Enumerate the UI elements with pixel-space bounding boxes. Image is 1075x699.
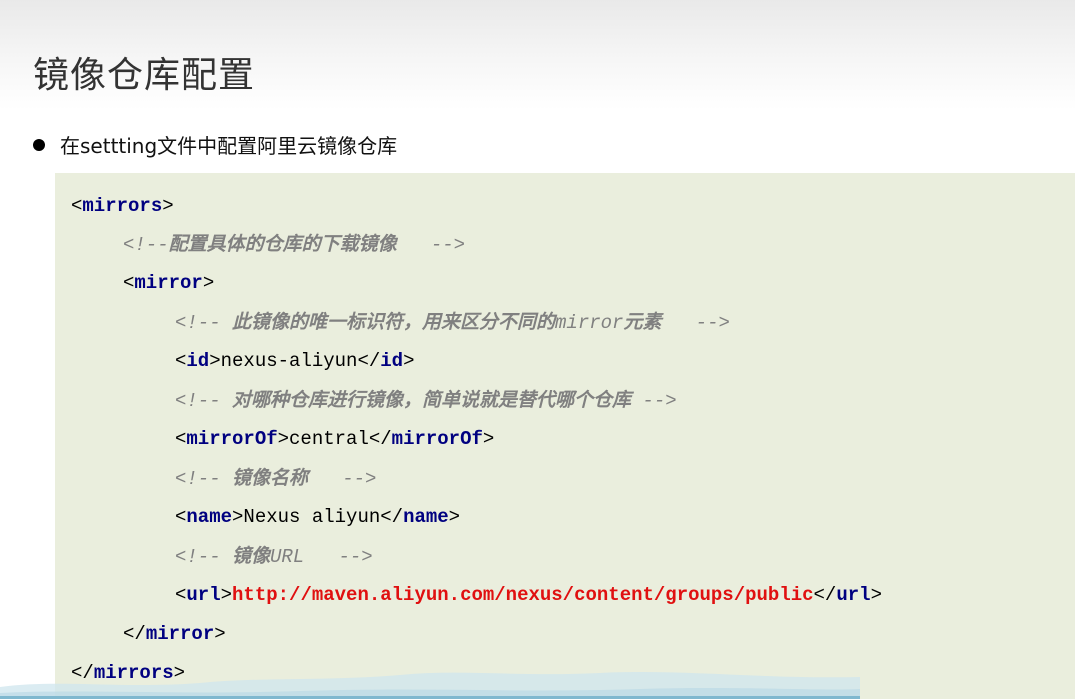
slide-title: 镜像仓库配置 [33,55,256,96]
comment-text: 此镜像的唯一标识符，用来区分不同的 [232,311,556,333]
tag-mirrorOf: mirrorOf [186,428,278,450]
tag-mirrorOf-close: mirrorOf [391,428,483,450]
tag-mirror: mirror [134,272,203,294]
decorative-wave-footer [0,672,860,699]
bullet-dot-icon [33,138,45,151]
bullet-item: 在settting文件中配置阿里云镜像仓库 [33,130,397,159]
tag-id: id [186,350,210,372]
comment-text-mono: URL [270,546,305,568]
comment-text-mono: mirror [555,312,624,334]
comment-text: 对哪种仓库进行镜像，简单说就是替代哪个仓库 [232,389,632,411]
tag-name: name [186,506,233,528]
code-block: <mirrors> <!--配置具体的仓库的下载镜像 --> <mirror> … [55,173,1075,699]
url-value: http://maven.aliyun.com/nexus/content/gr… [232,584,814,606]
bullet-text: 在settting文件中配置阿里云镜像仓库 [60,134,398,158]
code-line-comment-1: <!--配置具体的仓库的下载镜像 --> [123,233,466,256]
code-line-mirrors-open: <mirrors> [71,195,174,217]
id-value: nexus-aliyun [220,350,358,372]
code-line-id: <id>nexus-aliyun</id> [175,350,415,372]
tag-mirror-close: mirror [145,623,215,645]
comment-text: 配置具体的仓库的下载镜像 [168,233,397,255]
comment-text: 元素 [623,311,662,333]
tag-url: url [186,584,221,606]
comment-text: 镜像 [232,545,271,567]
code-line-mirrorOf: <mirrorOf>central</mirrorOf> [175,428,495,450]
code-line-url: <url>http://maven.aliyun.com/nexus/conte… [175,584,882,606]
code-line-comment-4: <!-- 镜像名称 --> [175,467,377,490]
code-line-mirror-open: <mirror> [123,272,215,294]
code-line-mirror-close: </mirror> [123,623,226,645]
mirrorOf-value: central [289,428,369,450]
tag-url-close: url [836,584,871,606]
tag-id-close: id [380,350,404,372]
code-line-comment-5: <!-- 镜像URL --> [175,545,373,568]
code-line-comment-2: <!-- 此镜像的唯一标识符，用来区分不同的mirror元素 --> [175,311,730,334]
code-line-comment-3: <!-- 对哪种仓库进行镜像，简单说就是替代哪个仓库 --> [175,389,677,412]
tag-mirrors: mirrors [82,195,163,217]
tag-name-close: name [403,506,449,528]
name-value: Nexus aliyun [243,506,381,528]
comment-text: 镜像名称 [232,467,309,489]
code-line-name: <name>Nexus aliyun</name> [175,506,461,528]
